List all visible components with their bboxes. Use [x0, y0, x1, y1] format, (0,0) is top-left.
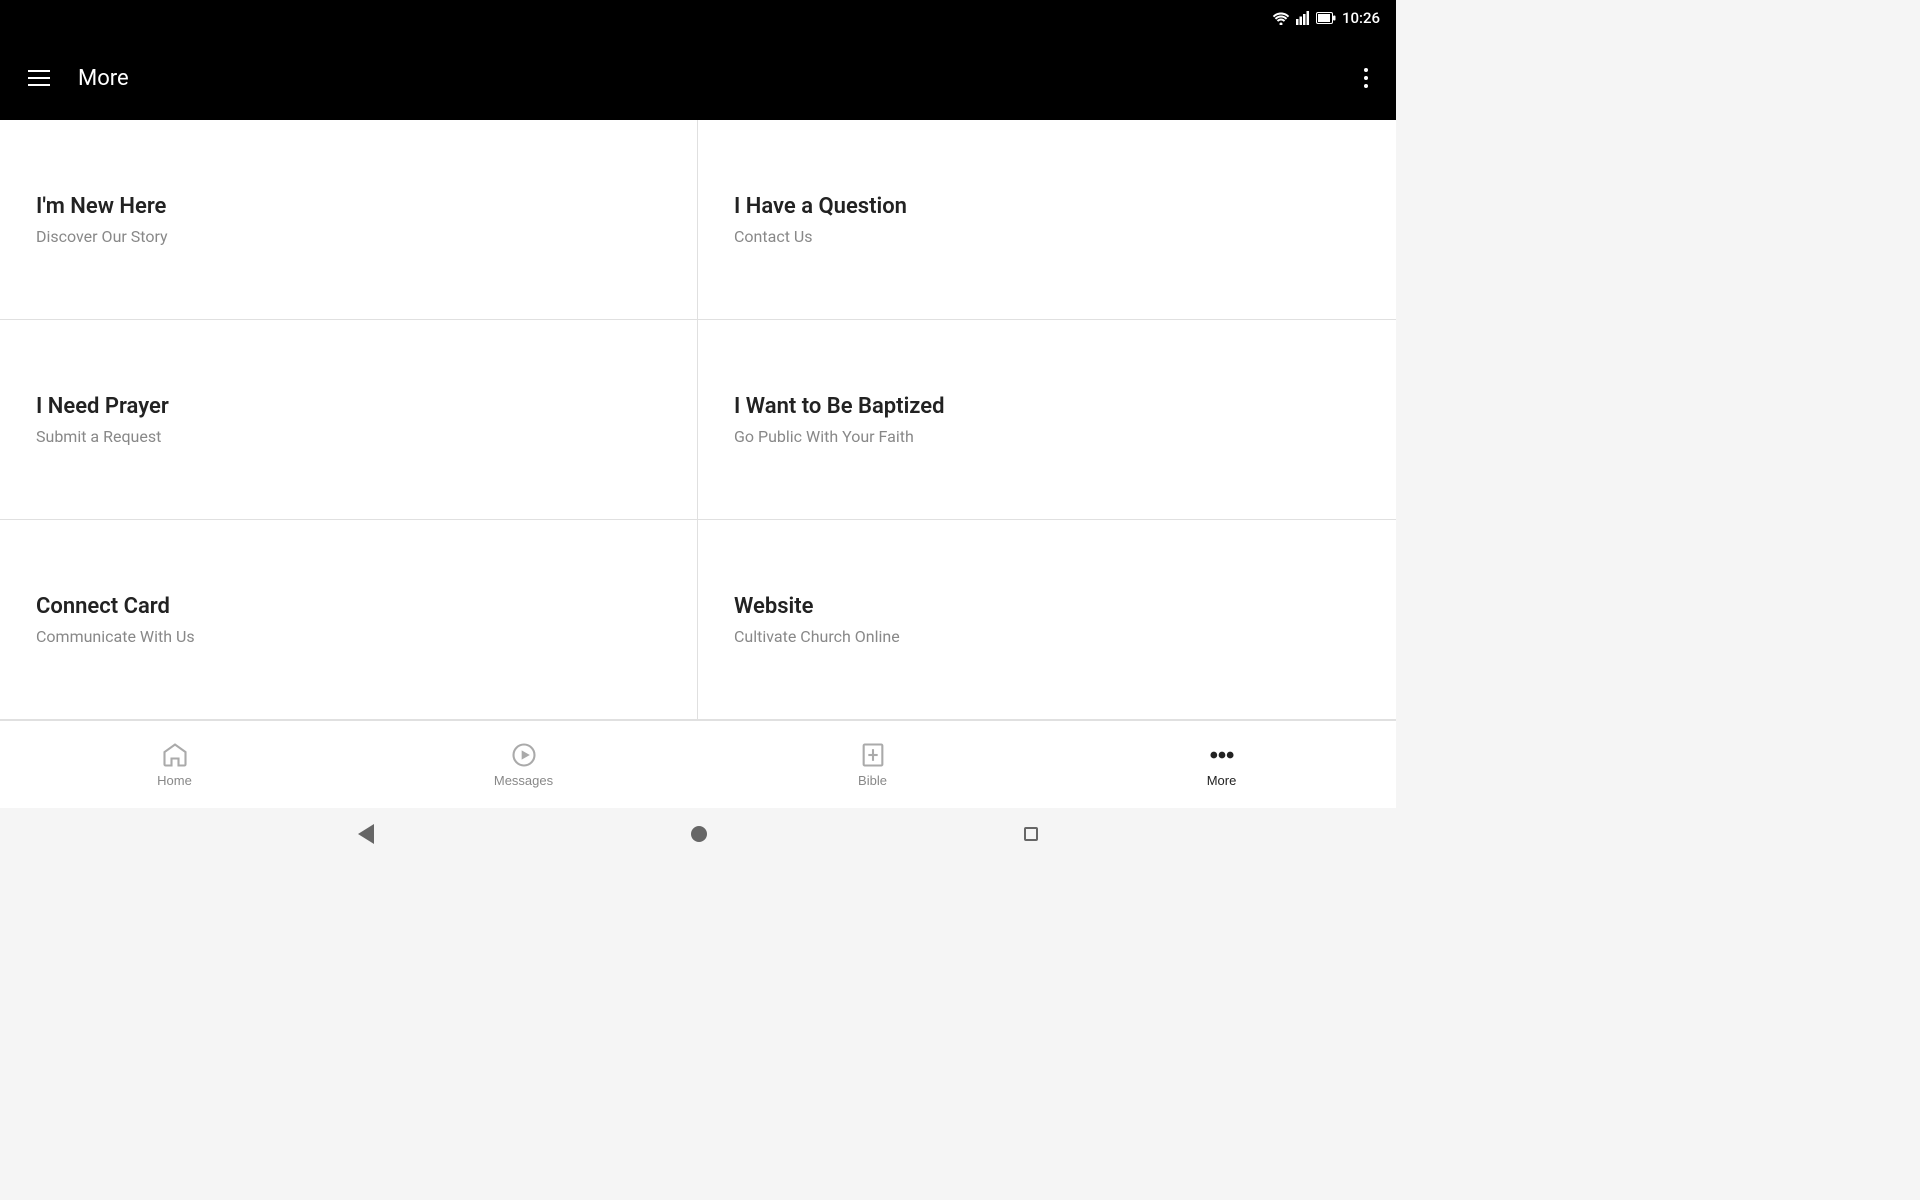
back-button[interactable]	[358, 824, 374, 844]
home-circle-icon	[691, 826, 707, 842]
overflow-menu-button[interactable]	[1356, 60, 1376, 96]
grid-item-connect[interactable]: Connect Card Communicate With Us	[0, 520, 698, 720]
nav-bible-label: Bible	[858, 773, 887, 788]
page-title: More	[78, 66, 1356, 91]
nav-more-label: More	[1207, 773, 1237, 788]
grid-item-prayer[interactable]: I Need Prayer Submit a Request	[0, 320, 698, 520]
signal-icon	[1296, 11, 1310, 25]
home-button[interactable]	[691, 826, 707, 842]
home-icon	[161, 741, 189, 769]
grid-item-connect-title: Connect Card	[36, 594, 661, 619]
grid-item-website-subtitle: Cultivate Church Online	[734, 627, 1360, 646]
battery-icon	[1316, 12, 1336, 24]
grid-item-prayer-subtitle: Submit a Request	[36, 427, 661, 446]
more-icon	[1208, 741, 1236, 769]
grid-item-website[interactable]: Website Cultivate Church Online	[698, 520, 1396, 720]
nav-messages[interactable]: Messages	[349, 733, 698, 796]
status-bar: 10:26	[0, 0, 1396, 36]
grid-item-prayer-title: I Need Prayer	[36, 394, 661, 419]
bottom-nav: Home Messages Bible Mor	[0, 720, 1396, 808]
grid-item-connect-subtitle: Communicate With Us	[36, 627, 661, 646]
grid-item-baptized[interactable]: I Want to Be Baptized Go Public With You…	[698, 320, 1396, 520]
messages-icon	[510, 741, 538, 769]
nav-more[interactable]: More	[1047, 733, 1396, 796]
grid-item-new-here-title: I'm New Here	[36, 194, 661, 219]
system-nav	[0, 808, 1396, 860]
status-icons: 10:26	[1272, 9, 1380, 27]
grid-item-baptized-title: I Want to Be Baptized	[734, 394, 1360, 419]
wifi-icon	[1272, 11, 1290, 25]
grid-item-baptized-subtitle: Go Public With Your Faith	[734, 427, 1360, 446]
nav-home-label: Home	[157, 773, 192, 788]
menu-button[interactable]	[20, 62, 58, 94]
bible-icon	[859, 741, 887, 769]
status-time: 10:26	[1342, 9, 1380, 27]
grid-item-new-here[interactable]: I'm New Here Discover Our Story	[0, 120, 698, 320]
grid-item-website-title: Website	[734, 594, 1360, 619]
app-bar: More	[0, 36, 1396, 120]
back-arrow-icon	[358, 824, 374, 844]
recents-square-icon	[1024, 827, 1038, 841]
nav-bible[interactable]: Bible	[698, 733, 1047, 796]
grid-item-question-title: I Have a Question	[734, 194, 1360, 219]
nav-messages-label: Messages	[494, 773, 553, 788]
content-grid: I'm New Here Discover Our Story I Have a…	[0, 120, 1396, 720]
grid-item-question[interactable]: I Have a Question Contact Us	[698, 120, 1396, 320]
grid-item-new-here-subtitle: Discover Our Story	[36, 227, 661, 246]
grid-item-question-subtitle: Contact Us	[734, 227, 1360, 246]
nav-home[interactable]: Home	[0, 733, 349, 796]
recents-button[interactable]	[1024, 827, 1038, 841]
